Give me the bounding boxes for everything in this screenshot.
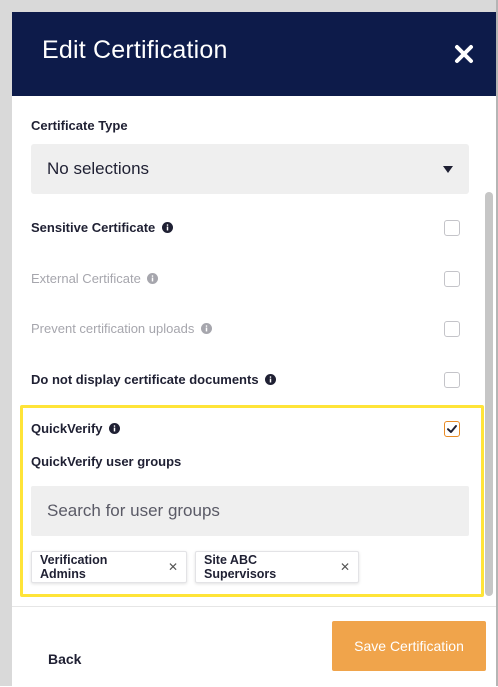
chip-site-abc-supervisors: Site ABC Supervisors ✕ xyxy=(195,551,359,583)
remove-chip-icon[interactable]: ✕ xyxy=(168,560,178,574)
chip-label: Site ABC Supervisors xyxy=(204,553,277,581)
hide-documents-text: Do not display certificate documents xyxy=(31,372,259,387)
checkmark-icon xyxy=(447,425,457,433)
certificate-type-label: Certificate Type xyxy=(31,118,128,133)
external-certificate-checkbox[interactable] xyxy=(444,271,460,287)
modal-header: Edit Certification xyxy=(12,12,496,96)
info-icon xyxy=(161,222,173,233)
prevent-uploads-checkbox[interactable] xyxy=(444,321,460,337)
info-icon xyxy=(265,374,277,385)
backdrop-left xyxy=(0,0,12,686)
save-certification-button[interactable]: Save Certification xyxy=(332,621,486,671)
quickverify-label: QuickVerify xyxy=(31,421,121,436)
prevent-uploads-text: Prevent certification uploads xyxy=(31,321,195,336)
certificate-type-select[interactable]: No selections xyxy=(31,144,469,194)
chip-verification-admins: Verification Admins ✕ xyxy=(31,551,187,583)
modal-footer: Back Save Certification xyxy=(12,606,496,687)
close-icon xyxy=(455,45,473,63)
edit-certification-modal: Edit Certification Certificate Type No s… xyxy=(12,12,496,687)
close-button[interactable] xyxy=(454,44,474,64)
hide-documents-label: Do not display certificate documents xyxy=(31,372,277,387)
info-icon xyxy=(200,323,212,334)
info-icon xyxy=(147,273,159,284)
user-groups-search-input[interactable] xyxy=(31,486,469,536)
sensitive-certificate-text: Sensitive Certificate xyxy=(31,220,156,235)
scrollbar[interactable] xyxy=(485,192,493,596)
back-button[interactable]: Back xyxy=(48,651,81,667)
prevent-uploads-label: Prevent certification uploads xyxy=(31,321,212,336)
remove-chip-icon[interactable]: ✕ xyxy=(340,560,350,574)
info-icon xyxy=(109,423,121,434)
modal-title: Edit Certification xyxy=(42,36,228,64)
sensitive-certificate-checkbox[interactable] xyxy=(444,220,460,236)
quickverify-text: QuickVerify xyxy=(31,421,103,436)
hide-documents-checkbox[interactable] xyxy=(444,372,460,388)
external-certificate-text: External Certificate xyxy=(31,271,141,286)
certificate-type-value: No selections xyxy=(47,159,150,178)
external-certificate-label: External Certificate xyxy=(31,271,159,286)
quickverify-checkbox[interactable] xyxy=(444,421,460,437)
chip-label: Verification Admins xyxy=(40,553,108,581)
modal-body: Certificate Type No selections Sensitive… xyxy=(12,96,496,606)
quickverify-groups-label: QuickVerify user groups xyxy=(31,454,182,469)
backdrop xyxy=(0,0,498,12)
caret-down-icon xyxy=(443,166,453,173)
sensitive-certificate-label: Sensitive Certificate xyxy=(31,220,173,235)
